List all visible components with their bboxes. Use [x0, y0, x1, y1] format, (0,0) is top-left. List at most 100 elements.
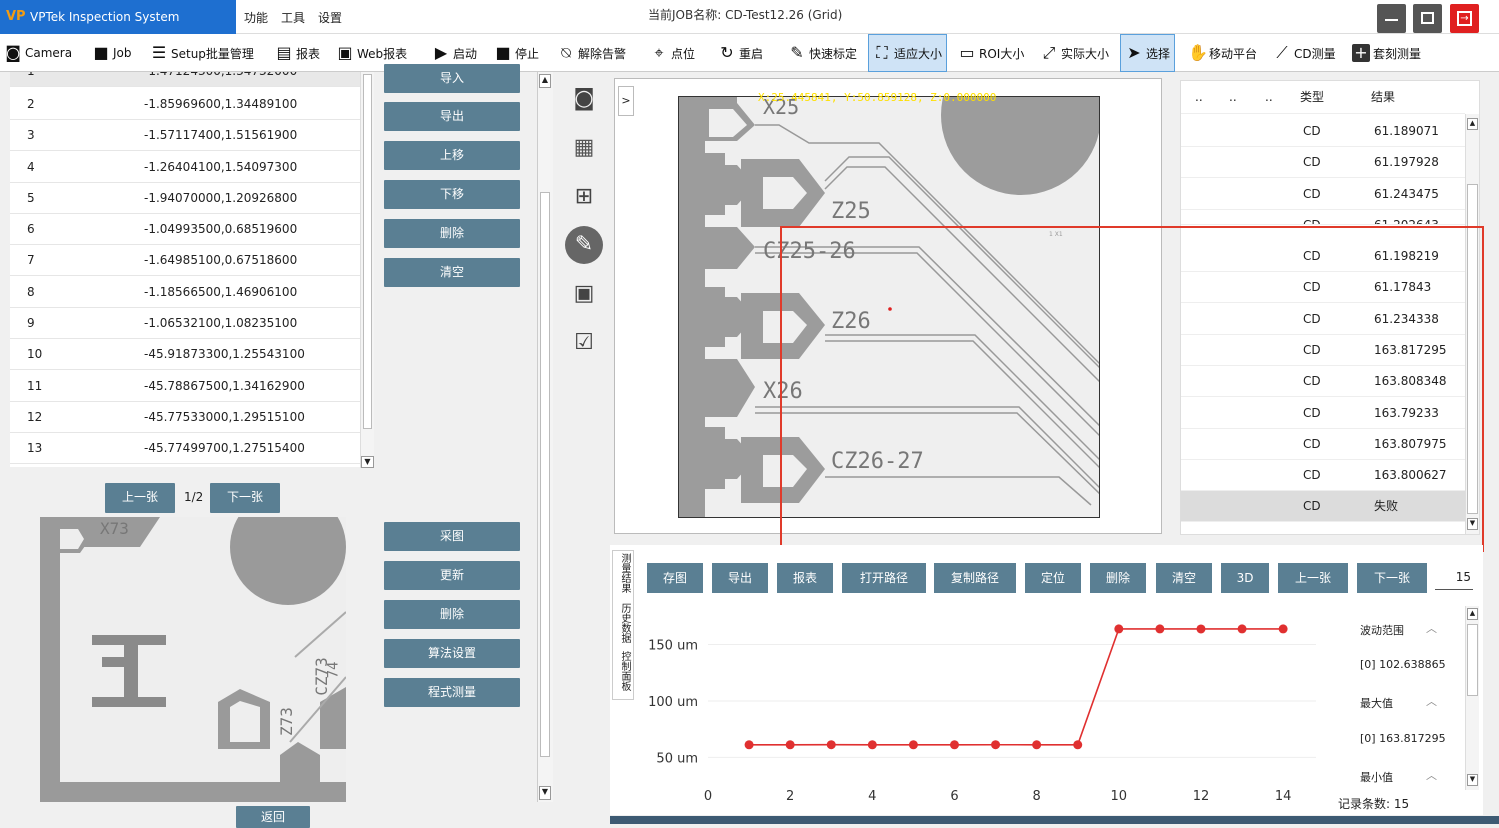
delete-button[interactable]: 删除 [384, 219, 520, 248]
export-chart-button[interactable]: 导出 [712, 563, 768, 593]
table-row[interactable]: 5 -1.94070000,1.20926800 [10, 183, 360, 214]
copy-path-button[interactable]: 复制路径 [934, 563, 1016, 593]
table-row[interactable]: CD 163.808348 [1181, 366, 1465, 397]
chevron-up-icon[interactable]: ︿ [1426, 620, 1437, 636]
prev-image-button[interactable]: 上一张 [105, 483, 175, 513]
locate-button[interactable]: 定位 [1025, 563, 1081, 593]
table-row[interactable]: CD 61.243475 [1181, 179, 1465, 210]
table-row[interactable]: 2 -1.85969600,1.34489100 [10, 89, 360, 120]
scroll-down-icon[interactable]: ▼ [361, 456, 374, 468]
image-icon[interactable]: ▣ [565, 275, 603, 313]
clear-chart-button[interactable]: 清空 [1156, 563, 1212, 593]
table-row[interactable]: CD 61.234338 [1181, 304, 1465, 335]
camera-button[interactable]: ◙ Camera [4, 34, 72, 72]
chevron-up-icon[interactable]: ︿ [1426, 767, 1437, 783]
capture-button[interactable]: 采图 [384, 522, 520, 551]
quick-calibrate-button[interactable]: ✎ 快速标定 [788, 34, 857, 72]
save-image-button[interactable]: 存图 [647, 563, 703, 593]
tab-control[interactable]: 控制面板 [616, 651, 630, 691]
algorithm-settings-button[interactable]: 算法设置 [384, 639, 520, 668]
restart-button[interactable]: ↻ 重启 [718, 34, 763, 72]
menu-function[interactable]: 功能 [244, 0, 268, 34]
move-down-button[interactable]: 下移 [384, 180, 520, 209]
table-row[interactable]: 8 -1.18566500,1.46906100 [10, 277, 360, 308]
scrollbar-thumb[interactable] [1467, 184, 1478, 514]
chart-report-button[interactable]: 报表 [777, 563, 833, 593]
grid-list-icon[interactable]: ⊞ [565, 178, 603, 216]
scroll-down-icon[interactable]: ▼ [1467, 518, 1478, 530]
table-row[interactable]: 11 -45.78867500,1.34162900 [10, 371, 360, 402]
inspection-image[interactable]: X25 Z25 CZ25-26 Z26 X26 CZ26-27 1 X1 [678, 96, 1100, 518]
record-count-input[interactable]: 15 [1435, 566, 1473, 590]
delete-image-button[interactable]: 删除 [384, 600, 520, 629]
delete-chart-button[interactable]: 删除 [1090, 563, 1146, 593]
table-row[interactable]: CD 61.202643 [1181, 210, 1465, 225]
checklist-icon[interactable]: ☑ [565, 324, 603, 362]
table-row[interactable]: CD 61.189071 [1181, 116, 1465, 147]
table-row-selected[interactable]: CD 失败 [1181, 491, 1465, 522]
select-button[interactable]: ➤ 选择 [1120, 34, 1176, 72]
grid-icon[interactable]: ▦ [565, 129, 603, 167]
table-row[interactable]: CD 61.197928 [1181, 147, 1465, 178]
table-row[interactable]: 4 -1.26404100,1.54097300 [10, 152, 360, 183]
fit-size-button[interactable]: ⛶ 适应大小 [868, 34, 948, 72]
panel-scrollbar[interactable]: ▲ ▼ [537, 72, 553, 802]
ruler-icon[interactable]: ✎ [565, 226, 603, 264]
menu-tools[interactable]: 工具 [281, 0, 305, 34]
scroll-up-icon[interactable]: ▲ [1467, 608, 1478, 620]
update-button[interactable]: 更新 [384, 561, 520, 590]
table-row[interactable]: 10 -45.91873300,1.25543100 [10, 339, 360, 370]
table-row[interactable]: CD 163.800627 [1181, 460, 1465, 491]
table-row[interactable]: 9 -1.06532100,1.08235100 [10, 308, 360, 339]
clear-button[interactable]: 清空 [384, 258, 520, 287]
table-row[interactable]: 12 -45.77533000,1.29515100 [10, 402, 360, 433]
table-row[interactable]: 6 -1.04993500,0.68519600 [10, 214, 360, 245]
next-image-button[interactable]: 下一张 [210, 483, 280, 513]
expand-panel-button[interactable]: > [618, 86, 634, 116]
point-button[interactable]: ⌖ 点位 [650, 34, 695, 72]
scrollbar-thumb[interactable] [363, 74, 372, 429]
scroll-down-icon[interactable]: ▼ [539, 786, 551, 800]
job-button[interactable]: ■ Job [92, 34, 131, 72]
setup-batch-button[interactable]: ☰ Setup批量管理 [150, 34, 254, 72]
minimize-button[interactable] [1377, 4, 1406, 33]
table-row[interactable]: CD 61.198219 [1181, 241, 1465, 272]
results-scrollbar[interactable]: ▲ ▼ [1465, 114, 1479, 534]
report-button[interactable]: ▤ 报表 [275, 34, 320, 72]
overlay-measure-button[interactable]: + 套刻测量 [1352, 34, 1421, 72]
next-record-button[interactable]: 下一张 [1357, 563, 1427, 593]
prev-record-button[interactable]: 上一张 [1278, 563, 1348, 593]
table-row[interactable]: CD 163.79233 [1181, 398, 1465, 429]
open-path-button[interactable]: 打开路径 [842, 563, 926, 593]
clear-alarm-button[interactable]: ⍉ 解除告警 [557, 34, 626, 72]
actual-size-button[interactable]: ⤢ 实际大小 [1040, 34, 1109, 72]
3d-button[interactable]: 3D [1221, 563, 1269, 593]
table-row[interactable]: CD 163.817295 [1181, 335, 1465, 366]
roi-size-button[interactable]: ▭ ROI大小 [958, 34, 1024, 72]
scroll-up-icon[interactable]: ▲ [1467, 118, 1478, 130]
table-row[interactable]: 13 -45.77499700,1.27515400 [10, 433, 360, 464]
camera-icon[interactable]: ◙ [565, 80, 603, 118]
maximize-button[interactable] [1413, 4, 1442, 33]
cd-measure-button[interactable]: ⟋ CD测量 [1273, 34, 1335, 72]
scrollbar-thumb[interactable] [540, 192, 550, 757]
exit-button[interactable]: → [1450, 4, 1479, 33]
scrollbar-thumb[interactable] [1467, 624, 1478, 696]
table-row[interactable]: CD 61.17843 [1181, 272, 1465, 303]
thumbnail-image[interactable]: X73 CZ73 Z73 74 [40, 517, 346, 802]
table-row[interactable]: CD 163.807975 [1181, 429, 1465, 460]
back-button[interactable]: 返回 [236, 806, 310, 828]
table-row[interactable]: 3 -1.57117400,1.51561900 [10, 120, 360, 151]
stats-scrollbar[interactable]: ▲ ▼ [1465, 606, 1479, 790]
table-scrollbar[interactable]: ▼ [360, 72, 374, 468]
tab-history[interactable]: 历史数据 [616, 603, 630, 643]
menu-settings[interactable]: 设置 [318, 0, 342, 34]
scroll-up-icon[interactable]: ▲ [539, 74, 551, 88]
table-row[interactable]: 1-1.47124300,1.34732000 [10, 72, 360, 87]
move-stage-button[interactable]: ✋ 移动平台 [1188, 34, 1257, 72]
program-measure-button[interactable]: 程式测量 [384, 678, 520, 707]
move-up-button[interactable]: 上移 [384, 141, 520, 170]
tab-results[interactable]: 测量结果 [616, 553, 630, 593]
chevron-up-icon[interactable]: ︿ [1426, 693, 1437, 709]
export-button[interactable]: 导出 [384, 102, 520, 131]
